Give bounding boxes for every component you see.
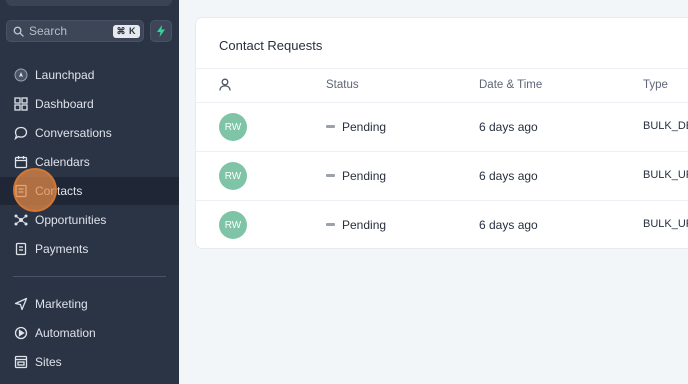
status-pending-icon [326,174,335,177]
dashboard-icon [13,97,28,112]
sidebar-item-label: Conversations [35,126,112,140]
sidebar-item-marketing[interactable]: Marketing [0,290,179,318]
sidebar-item-label: Marketing [35,297,88,311]
opportunities-icon [13,213,28,228]
click-indicator [13,168,57,212]
sidebar-item-label: Launchpad [35,68,95,82]
conversations-icon [13,126,28,141]
quick-actions-button[interactable] [150,20,172,42]
sidebar-item-automation[interactable]: Automation [0,319,179,347]
contact-requests-card: Contact Requests Status Date & Time Type… [196,18,688,248]
status-pending-icon [326,223,335,226]
datetime-text: 6 days ago [479,120,538,134]
sidebar: ▾ Search ⌘ K Launchpad Dashboard Convers… [0,0,179,384]
chevron-icon: ▾ [156,0,166,2]
lightning-icon [157,25,165,37]
shortcut-badge: ⌘ K [112,24,140,38]
sidebar-item-label: Sites [35,355,62,369]
marketing-icon [13,297,28,312]
row-divider [196,200,688,201]
launchpad-icon [13,68,28,83]
sidebar-item-label: Opportunities [35,213,107,227]
sidebar-divider [13,276,166,277]
avatar: RW [219,211,247,239]
datetime-text: 6 days ago [479,218,538,232]
sidebar-item-sites[interactable]: Sites [0,348,179,376]
type-text: BULK_UP [643,218,688,230]
sidebar-item-label: Dashboard [35,97,94,111]
column-header-type[interactable]: Type [643,79,668,91]
status-text: Pending [342,218,387,232]
avatar: RW [219,162,247,190]
row-divider [196,151,688,152]
sites-icon [13,355,28,370]
automation-icon [13,326,28,341]
avatar: RW [219,113,247,141]
sidebar-item-label: Payments [35,242,89,256]
sidebar-item-dashboard[interactable]: Dashboard [0,90,179,118]
column-header-status[interactable]: Status [326,79,359,91]
status-text: Pending [342,120,387,134]
datetime-text: 6 days ago [479,169,538,183]
column-header-datetime[interactable]: Date & Time [479,79,542,91]
sidebar-item-payments[interactable]: Payments [0,235,179,263]
status-text: Pending [342,169,387,183]
account-switcher[interactable]: ▾ [6,0,172,6]
row-divider [196,102,688,103]
payments-icon [13,242,28,257]
header-divider [196,68,688,69]
sidebar-item-conversations[interactable]: Conversations [0,119,179,147]
search-input[interactable]: Search ⌘ K [6,20,144,42]
card-title: Contact Requests [219,38,323,53]
user-icon [219,78,231,91]
calendar-icon [13,155,28,170]
search-placeholder: Search [29,24,68,38]
status-pending-icon [326,125,335,128]
type-text: BULK_UP [643,169,688,181]
sidebar-item-label: Calendars [35,155,90,169]
sidebar-item-label: Automation [35,326,96,340]
type-text: BULK_DE [643,120,688,132]
search-icon [13,26,24,37]
sidebar-item-launchpad[interactable]: Launchpad [0,61,179,89]
